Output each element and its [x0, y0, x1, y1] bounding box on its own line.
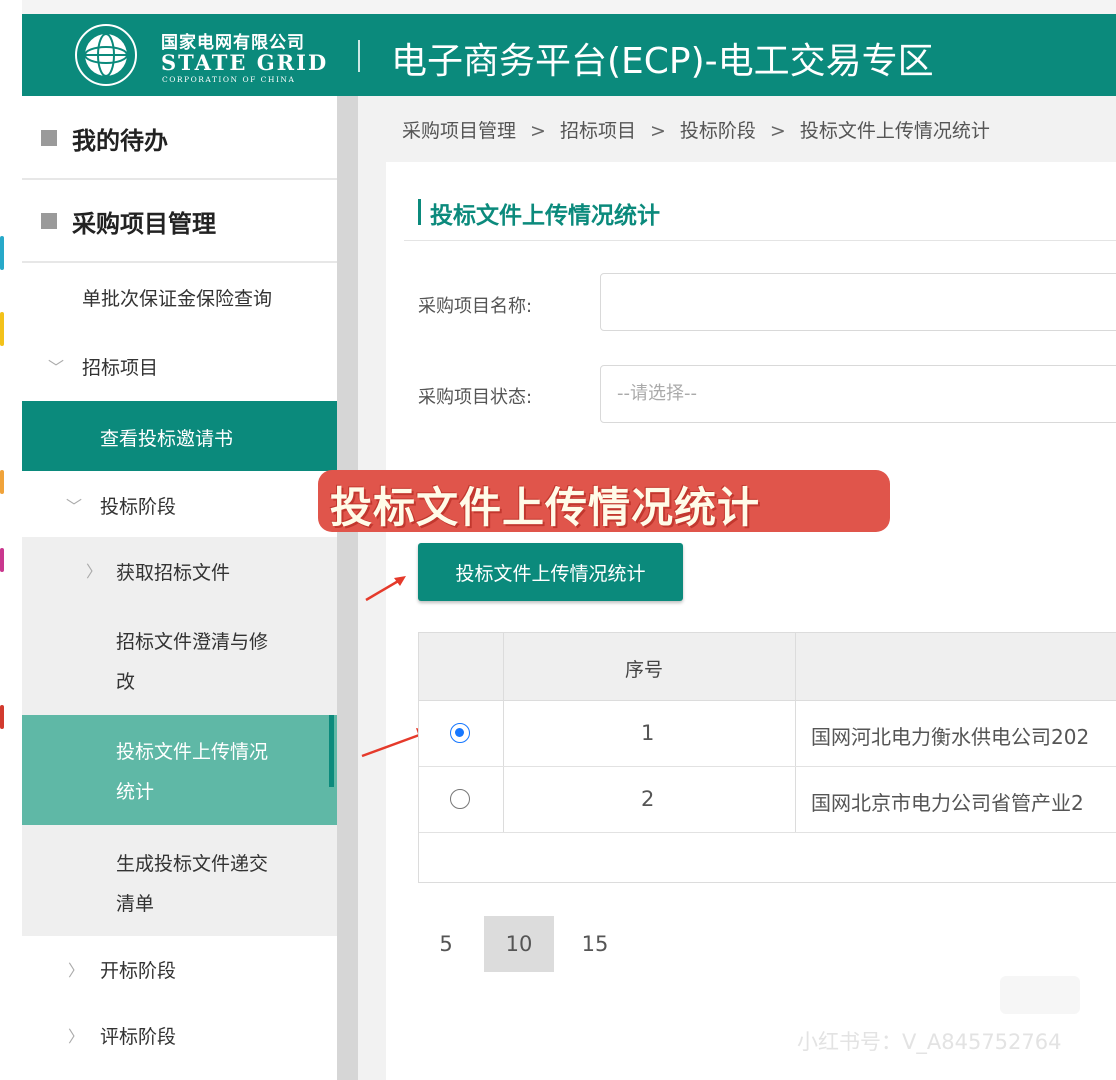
chevron-right-icon: 〉: [68, 1027, 85, 1046]
sidebar-item-bidding-project[interactable]: ﹀ 招标项目: [22, 330, 337, 401]
sidebar-group-procurement[interactable]: 采购项目管理: [22, 180, 337, 263]
sidebar-item-label: 清单: [116, 893, 155, 915]
page-size-option[interactable]: 5: [430, 916, 462, 972]
panel-divider: [404, 240, 1116, 241]
sidebar-item-label: 获取招标文件: [116, 562, 231, 584]
chevron-down-icon: ﹀: [48, 358, 65, 377]
watermark: 小红书号：V_A845752764: [797, 1030, 1062, 1054]
sidebar: 我的待办 采购项目管理 单批次保证金保险查询 ﹀ 招标项目 查看投标邀请书 ﹀ …: [22, 96, 337, 1080]
state-grid-logo-icon: [75, 24, 137, 86]
sidebar-group-label: 采购项目管理: [72, 210, 216, 238]
project-status-select[interactable]: --请选择--: [600, 365, 1116, 423]
breadcrumb-separator: >: [530, 120, 546, 142]
sidebar-item-label: 生成投标文件递交: [116, 853, 269, 875]
breadcrumb-item[interactable]: 投标阶段: [680, 120, 756, 142]
sidebar-item-opening-stage[interactable]: 〉 开标阶段: [22, 936, 337, 1002]
breadcrumb-item[interactable]: 采购项目管理: [402, 120, 516, 142]
table-row[interactable]: 2 国网北京市电力公司省管产业2: [419, 767, 1116, 833]
table-row[interactable]: 1 国网河北电力衡水供电公司202: [419, 701, 1116, 767]
sidebar-scrollbar-thumb[interactable]: [329, 715, 334, 787]
sidebar-gutter: [337, 96, 358, 1080]
sidebar-item-label: 招标文件澄清与修: [116, 631, 269, 653]
header-divider: [358, 40, 360, 72]
sidebar-item-bidding-stage[interactable]: ﹀ 投标阶段: [22, 471, 337, 537]
sidebar-item-label: 投标文件上传情况: [116, 741, 269, 763]
breadcrumb-separator: >: [649, 120, 666, 142]
row-radio-button[interactable]: [450, 723, 470, 743]
page-title: 投标文件上传情况统计: [430, 203, 660, 229]
sidebar-item-get-documents[interactable]: 〉 获取招标文件: [22, 537, 337, 605]
annotation-arrow-icon: [365, 576, 406, 602]
top-header: 国家电网有限公司 STATE GRID CORPORATION OF CHINA…: [22, 14, 1116, 96]
row-seq: 2: [641, 787, 655, 811]
project-status-label: 采购项目状态:: [418, 387, 533, 408]
row-project-name: 国网北京市电力公司省管产业2: [811, 791, 1084, 815]
table-header-row: 序号: [419, 633, 1116, 701]
square-bullet-icon: [41, 130, 57, 146]
project-name-label: 采购项目名称:: [418, 296, 533, 317]
square-bullet-icon: [41, 213, 57, 229]
breadcrumb-item[interactable]: 招标项目: [560, 120, 636, 142]
sidebar-item-view-invitation[interactable]: 查看投标邀请书: [22, 401, 337, 471]
breadcrumb: 采购项目管理 > 招标项目 > 投标阶段 > 投标文件上传情况统计: [402, 116, 990, 143]
chevron-down-icon: ﹀: [66, 497, 83, 516]
breadcrumb-current: 投标文件上传情况统计: [799, 120, 990, 142]
sidebar-group-label: 我的待办: [72, 127, 168, 155]
chevron-right-icon: 〉: [86, 562, 103, 581]
watermark-badge: [1000, 976, 1080, 1014]
sidebar-item-label: 开标阶段: [100, 960, 177, 982]
overlay-banner-text: 投标文件上传情况统计: [330, 483, 761, 532]
upload-stats-button[interactable]: 投标文件上传情况统计: [418, 543, 683, 601]
sidebar-item-label: 查看投标邀请书: [100, 428, 234, 450]
left-edge-strip: [0, 0, 22, 1080]
panel-title-accent: [418, 199, 421, 225]
sidebar-item-label: 统计: [116, 781, 155, 803]
edge-mark-teal: [0, 236, 4, 270]
sidebar-item-delivery-list[interactable]: 生成投标文件递交 清单: [22, 825, 337, 936]
sidebar-item-evaluation-stage[interactable]: 〉 评标阶段: [22, 1002, 337, 1080]
edge-mark-pink: [0, 548, 4, 572]
sidebar-item-bond-query[interactable]: 单批次保证金保险查询: [22, 263, 337, 330]
sidebar-item-upload-stats[interactable]: 投标文件上传情况 统计: [22, 715, 337, 825]
sidebar-item-label: 改: [116, 671, 136, 693]
breadcrumb-separator: >: [769, 120, 786, 142]
project-name-input[interactable]: [600, 273, 1116, 331]
row-seq: 1: [641, 721, 655, 745]
chevron-right-icon: 〉: [68, 961, 85, 980]
header-seq: 序号: [625, 659, 664, 681]
edge-mark-orange: [0, 470, 4, 494]
platform-title: 电子商务平台(ECP)-电工交易专区: [391, 41, 934, 82]
edge-mark-red: [0, 705, 4, 729]
sidebar-item-label: 招标项目: [82, 357, 159, 379]
sidebar-item-clarification[interactable]: 招标文件澄清与修 改: [22, 605, 337, 715]
sidebar-group-todo[interactable]: 我的待办: [22, 96, 337, 180]
logo-subtitle: CORPORATION OF CHINA: [162, 75, 296, 84]
page-size-option-selected[interactable]: 10: [484, 916, 554, 972]
projects-table: 序号 1 国网河北电力衡水供电公司202 2 国网北京市电力公司省管产业2: [418, 632, 1116, 883]
sidebar-item-label: 投标阶段: [100, 496, 177, 518]
row-radio-button[interactable]: [450, 789, 470, 809]
page-size-option[interactable]: 15: [576, 916, 614, 972]
logo-english-name: STATE GRID: [161, 50, 329, 75]
top-strip: [22, 0, 1116, 14]
edge-mark-yellow: [0, 312, 4, 346]
row-project-name: 国网河北电力衡水供电公司202: [811, 725, 1090, 749]
sidebar-item-label: 单批次保证金保险查询: [82, 288, 273, 310]
sidebar-item-label: 评标阶段: [100, 1026, 177, 1048]
